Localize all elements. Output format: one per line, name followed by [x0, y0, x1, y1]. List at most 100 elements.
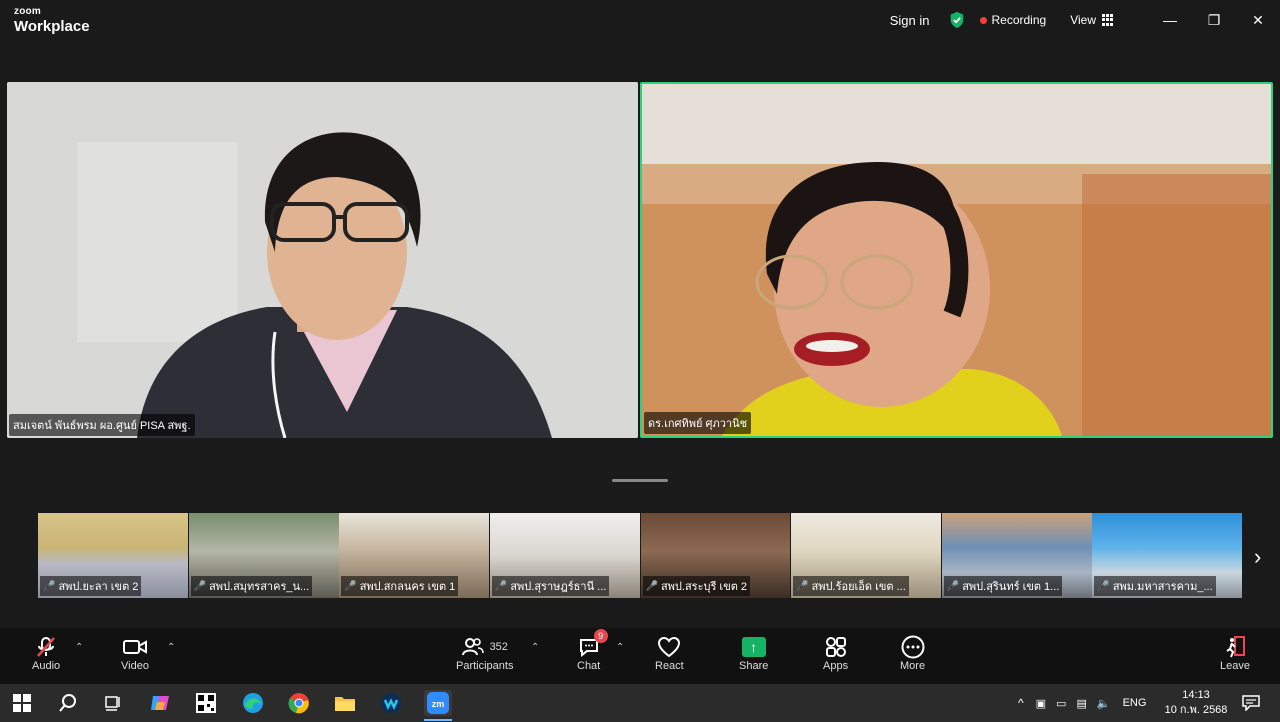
battery-icon[interactable]: ▭ — [1056, 697, 1066, 710]
participants-options-chevron-icon[interactable]: ⌃ — [531, 642, 539, 653]
participants-count: 352 — [489, 641, 508, 653]
video-camera-icon — [122, 634, 148, 660]
taskbar-clock[interactable]: 14:13 10 ก.พ. 2568 — [1160, 688, 1232, 718]
muted-mic-icon: 🎤 — [193, 580, 207, 592]
thumbnail-label: 🎤 สพป.สกลนคร เขต 1 — [341, 576, 459, 596]
leave-button[interactable]: Leave — [1220, 634, 1250, 672]
chat-unread-badge: 9 — [593, 629, 608, 643]
thumbnail-name: สพป.ยะลา เขต 2 — [58, 581, 139, 593]
volume-icon[interactable]: 🔈 — [1097, 697, 1111, 710]
zoom-app-icon[interactable]: zm — [424, 690, 452, 716]
thumbnail-tile[interactable]: 🎤 สพป.สุราษฎร์ธานี ... — [489, 513, 640, 598]
title-bar: zoom Workplace Sign in Recording View — … — [0, 0, 1280, 40]
thumbnail-name: สพป.สระบุรี เขต 2 — [660, 581, 748, 593]
tray-overflow-chevron-icon[interactable]: ^ — [1018, 696, 1024, 710]
restore-button[interactable]: ❐ — [1192, 0, 1236, 40]
video-button[interactable]: Video — [121, 634, 149, 672]
thumbnail-tile[interactable]: 🎤 สพป.ยะลา เขต 2 — [38, 513, 188, 598]
network-icon[interactable]: ▤ — [1076, 697, 1086, 710]
participants-button[interactable]: 352 Participants — [456, 634, 513, 672]
qr-code-icon[interactable] — [193, 690, 219, 716]
more-button[interactable]: More — [900, 634, 925, 672]
muted-mic-icon: 🎤 — [645, 580, 658, 592]
clock-date: 10 ก.พ. 2568 — [1164, 704, 1228, 716]
share-label: Share — [739, 660, 769, 672]
edge-browser-icon[interactable] — [240, 690, 266, 716]
logo-product: Workplace — [14, 18, 90, 35]
thumbnail-name: สพม.มหาสารคาม_... — [1112, 581, 1213, 593]
language-indicator[interactable]: ENG — [1123, 697, 1147, 709]
recording-label: Recording — [991, 13, 1047, 27]
view-label: View — [1070, 13, 1096, 27]
chat-button[interactable]: 9 Chat — [577, 629, 608, 672]
more-label: More — [900, 660, 926, 672]
react-button[interactable]: React — [655, 634, 684, 672]
windows-start-icon[interactable] — [9, 690, 35, 716]
react-label: React — [655, 660, 684, 672]
video-tile-active-speaker[interactable]: ดร.เกศทิพย์ ศุภวานิช — [640, 82, 1273, 438]
muted-mic-icon: 🎤 — [796, 580, 809, 592]
participant-video-man — [7, 82, 638, 438]
participant-name: ดร.เกศทิพย์ ศุภวานิช — [644, 412, 752, 434]
heart-icon — [657, 634, 681, 660]
apps-button[interactable]: Apps — [823, 634, 848, 672]
thumbnail-tile[interactable]: 🎤 สพป.สระบุรี เขต 2 — [640, 513, 791, 598]
close-button[interactable]: ✕ — [1236, 0, 1280, 40]
thumbnail-name: สพป.สกลนคร เขต 1 — [359, 581, 456, 593]
sign-in-button[interactable]: Sign in — [890, 13, 930, 28]
chat-bubble-icon: 9 — [578, 629, 608, 660]
thumbnail-tile[interactable]: 🎤 สพป.สกลนคร เขต 1 — [339, 513, 490, 598]
meeting-toolbar: Audio ⌃ Video ⌃ 352 Participants ⌃ 9 Cha… — [0, 628, 1280, 684]
thumbnail-tile[interactable]: 🎤 สพม.มหาสารคาม_... — [1092, 513, 1243, 598]
thumbnail-tile[interactable]: 🎤 สพป.สุรินทร์ เขต 1... — [941, 513, 1092, 598]
zoom-logo: zoom Workplace — [14, 7, 90, 35]
shield-check-icon[interactable] — [948, 11, 966, 29]
muted-microphone-icon — [34, 634, 58, 660]
clock-time: 14:13 — [1182, 689, 1210, 701]
device-icon[interactable]: ▣ — [1036, 697, 1046, 710]
share-button[interactable]: ↑ Share — [739, 634, 768, 672]
grid-view-icon — [1102, 14, 1114, 26]
webex-icon[interactable] — [378, 690, 404, 716]
audio-label: Audio — [32, 660, 61, 672]
audio-options-chevron-icon[interactable]: ⌃ — [75, 642, 83, 653]
thumbnail-label: 🎤 สพป.สุรินทร์ เขต 1... — [943, 576, 1063, 596]
thumbnail-name: สพป.สมุทรสาคร_น... — [209, 581, 310, 593]
video-tile-speaker-1[interactable]: สมเจตน์ พันธ์พรม ผอ.ศูนย์ PISA สพฐ. — [7, 82, 638, 438]
apps-icon — [825, 634, 847, 660]
muted-mic-icon: 🎤 — [43, 580, 56, 592]
gallery-resize-handle[interactable] — [612, 479, 668, 482]
windows-taskbar: zm ^ ▣ ▭ ▤ 🔈 ENG 14:13 10 ก.พ. 2568 — [0, 684, 1280, 722]
participants-label: Participants — [456, 660, 514, 672]
task-view-icon[interactable] — [100, 690, 126, 716]
recording-indicator[interactable]: Recording — [979, 13, 1047, 27]
search-icon[interactable] — [55, 690, 81, 716]
muted-mic-icon: 🎤 — [494, 580, 508, 592]
system-tray: ^ ▣ ▭ ▤ 🔈 ENG — [1018, 684, 1146, 722]
video-label: Video — [121, 660, 149, 672]
audio-button[interactable]: Audio — [32, 634, 60, 672]
thumbnail-tile[interactable]: 🎤 สพป.สมุทรสาคร_น... — [188, 513, 339, 598]
chat-options-chevron-icon[interactable]: ⌃ — [616, 642, 624, 653]
svg-text:zm: zm — [432, 699, 445, 709]
view-button[interactable]: View — [1070, 13, 1114, 27]
chat-label: Chat — [577, 660, 601, 672]
minimize-button[interactable]: — — [1148, 0, 1192, 40]
thumbnail-label: 🎤 สพม.มหาสารคาม_... — [1094, 576, 1216, 596]
chevron-right-icon[interactable]: › — [1254, 544, 1261, 570]
thumbnail-label: 🎤 สพป.สุราษฎร์ธานี ... — [491, 576, 610, 596]
video-options-chevron-icon[interactable]: ⌃ — [167, 642, 175, 653]
participant-name: สมเจตน์ พันธ์พรม ผอ.ศูนย์ PISA สพฐ. — [9, 414, 195, 436]
thumbnail-tile[interactable]: 🎤 สพป.ร้อยเอ็ด เขต ... — [791, 513, 942, 598]
thumbnail-label: 🎤 สพป.สระบุรี เขต 2 — [642, 576, 751, 596]
chrome-browser-icon[interactable] — [286, 690, 312, 716]
active-app-indicator — [424, 719, 452, 721]
leave-label: Leave — [1220, 660, 1250, 672]
thumbnail-label: 🎤 สพป.ร้อยเอ็ด เขต ... — [793, 576, 909, 596]
thumbnail-label: 🎤 สพป.สมุทรสาคร_น... — [190, 576, 313, 596]
copilot-icon[interactable] — [147, 690, 173, 716]
apps-label: Apps — [823, 660, 849, 672]
file-explorer-icon[interactable] — [332, 690, 358, 716]
thumbnail-name: สพป.ร้อยเอ็ด เขต ... — [811, 581, 906, 593]
notifications-icon[interactable] — [1238, 690, 1264, 716]
